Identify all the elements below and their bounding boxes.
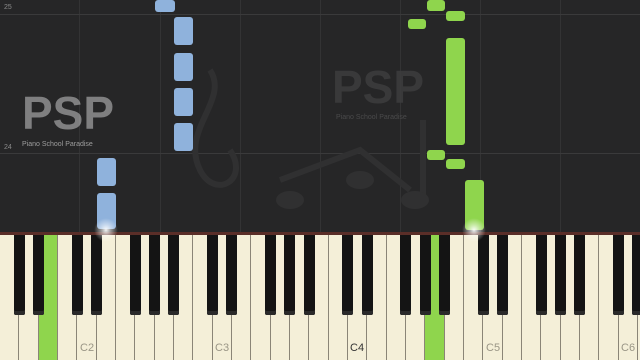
black-key <box>13 235 25 315</box>
black-key <box>574 235 586 315</box>
falling-note-left-hand <box>174 123 193 151</box>
falling-note-right-hand <box>427 150 445 160</box>
measure-line <box>0 14 640 15</box>
grid-line <box>560 0 561 232</box>
falling-note-right-hand <box>427 0 445 11</box>
music-notes-watermark-icon <box>192 68 429 209</box>
black-key <box>303 235 315 315</box>
black-key <box>361 235 373 315</box>
watermark-logo: PSP <box>22 87 115 139</box>
black-key <box>342 235 354 315</box>
black-key <box>71 235 83 315</box>
falling-note-right-hand <box>446 159 465 169</box>
falling-note-left-hand <box>97 158 116 186</box>
falling-note-left-hand <box>174 17 193 45</box>
black-key <box>168 235 180 315</box>
octave-label-c3: C3 <box>215 342 230 354</box>
black-key <box>91 235 103 315</box>
falling-note-left-hand <box>155 0 175 12</box>
black-key <box>400 235 412 315</box>
watermark-subtitle: Piano School Paradise <box>22 141 93 148</box>
black-key <box>207 235 219 315</box>
octave-label-c4: C4 <box>350 342 365 354</box>
falling-note-right-hand <box>408 19 426 29</box>
piano-roll-video: 25 24 PSP Piano School Paradise PSP Pian… <box>0 0 640 360</box>
black-key <box>497 235 509 315</box>
black-key <box>149 235 161 315</box>
falling-note-left-hand <box>174 88 193 116</box>
falling-note-right-hand <box>446 11 465 21</box>
measure-number: 24 <box>4 144 12 151</box>
black-key <box>555 235 567 315</box>
octave-label-c2: C2 <box>80 342 95 354</box>
black-key <box>265 235 277 315</box>
falling-note-left-hand <box>174 53 193 81</box>
black-key <box>226 235 238 315</box>
black-key <box>419 235 431 315</box>
black-key <box>632 235 640 315</box>
black-key <box>33 235 45 315</box>
octave-label-c6: C6 <box>621 342 636 354</box>
measure-number: 25 <box>4 4 12 11</box>
black-key <box>535 235 547 315</box>
black-key <box>477 235 489 315</box>
black-key <box>439 235 451 315</box>
black-key <box>613 235 625 315</box>
octave-label-c5: C5 <box>486 342 501 354</box>
black-key <box>129 235 141 315</box>
key-press-sparkle <box>94 218 118 242</box>
piano-keyboard: C2 C3 C4 C5 C6 <box>0 232 640 360</box>
key-press-sparkle <box>462 218 486 242</box>
black-key <box>284 235 296 315</box>
falling-note-right-hand <box>446 38 465 145</box>
